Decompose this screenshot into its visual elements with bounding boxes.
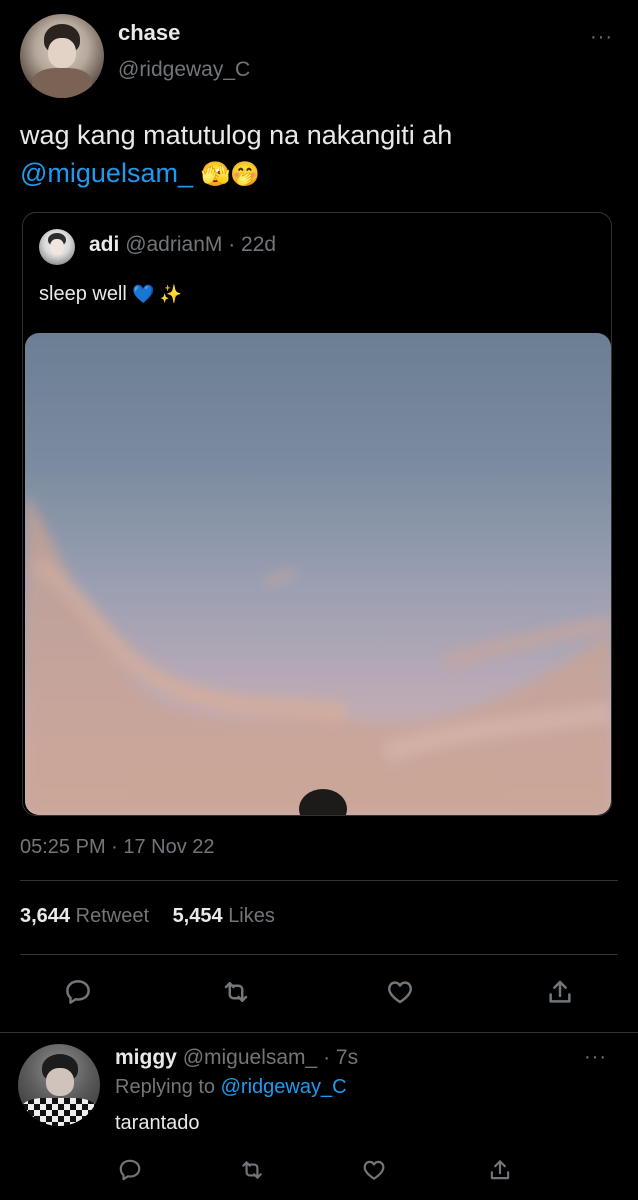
reply-author-avatar[interactable] xyxy=(18,1044,100,1126)
reply-time: · 7s xyxy=(323,1046,359,1069)
retweet-icon xyxy=(224,982,248,1002)
quoted-author-avatar[interactable] xyxy=(39,229,75,265)
quoted-header: adi @adrianM · 22d xyxy=(89,233,276,257)
quoted-emojis: 💙 ✨ xyxy=(132,284,183,304)
tweet-text: wag kang matutulog na nakangiti ah @migu… xyxy=(20,116,620,194)
quoted-text: sleep well 💙 ✨ xyxy=(39,283,182,306)
quoted-author-handle[interactable]: @adrianM xyxy=(125,233,222,256)
share-button[interactable] xyxy=(542,974,578,1010)
replying-to: Replying to @ridgeway_C xyxy=(115,1076,347,1099)
divider xyxy=(20,954,618,955)
reply-button[interactable] xyxy=(60,974,96,1010)
more-options-icon[interactable]: ··· xyxy=(590,27,613,47)
mention-link[interactable]: @miguelsam_ xyxy=(20,158,193,188)
share-icon xyxy=(549,980,571,1003)
quoted-tweet[interactable]: adi @adrianM · 22d sleep well 💙 ✨ xyxy=(22,212,612,816)
reply-icon xyxy=(119,1159,141,1181)
reply-icon xyxy=(66,980,90,1004)
reply-author-name[interactable]: miggy xyxy=(115,1046,177,1069)
quoted-time: · 22d xyxy=(228,233,277,256)
likes-stat[interactable]: 5,454 Likes xyxy=(173,905,275,927)
tweet-stats: 3,644 Retweet 5,454 Likes xyxy=(20,905,275,928)
reply-more-options-icon[interactable]: ··· xyxy=(584,1047,607,1067)
reply-like-button[interactable] xyxy=(356,1152,392,1188)
retweets-stat[interactable]: 3,644 Retweet xyxy=(20,905,155,927)
quoted-author-name[interactable]: adi xyxy=(89,233,119,256)
like-icon xyxy=(363,1160,385,1180)
likes-label: Likes xyxy=(228,905,275,927)
replying-to-link[interactable]: @ridgeway_C xyxy=(221,1076,347,1098)
author-handle[interactable]: @ridgeway_C xyxy=(118,58,250,82)
likes-count: 5,454 xyxy=(172,905,223,927)
reply-share-button[interactable] xyxy=(482,1152,518,1188)
retweet-icon xyxy=(242,1161,262,1179)
quoted-media-image[interactable] xyxy=(25,333,611,815)
reply-retweet-button[interactable] xyxy=(234,1152,270,1188)
reply-text: tarantado xyxy=(115,1112,200,1134)
author-avatar[interactable] xyxy=(20,14,104,98)
retweet-button[interactable] xyxy=(218,974,254,1010)
quoted-text-body: sleep well xyxy=(39,283,127,305)
sky-clouds-image xyxy=(25,493,611,815)
retweets-label: Retweet xyxy=(75,905,149,927)
tweet-timestamp[interactable]: 05:25 PM · 17 Nov 22 xyxy=(20,836,215,859)
like-button[interactable] xyxy=(382,974,418,1010)
reply-header: miggy @miguelsam_ · 7s xyxy=(115,1046,358,1070)
tweet-emojis: 🫣🤭 xyxy=(200,161,261,188)
author-name[interactable]: chase xyxy=(118,20,180,46)
reply-author-handle[interactable]: @miguelsam_ xyxy=(183,1046,318,1069)
retweets-count: 3,644 xyxy=(20,905,71,927)
divider xyxy=(20,880,618,881)
replying-to-prefix: Replying to xyxy=(115,1076,216,1098)
section-divider xyxy=(0,1032,638,1033)
tweet-text-body: wag kang matutulog na nakangiti ah xyxy=(20,120,453,150)
like-icon xyxy=(388,981,412,1004)
share-icon xyxy=(490,1160,510,1180)
reply-reply-button[interactable] xyxy=(112,1152,148,1188)
